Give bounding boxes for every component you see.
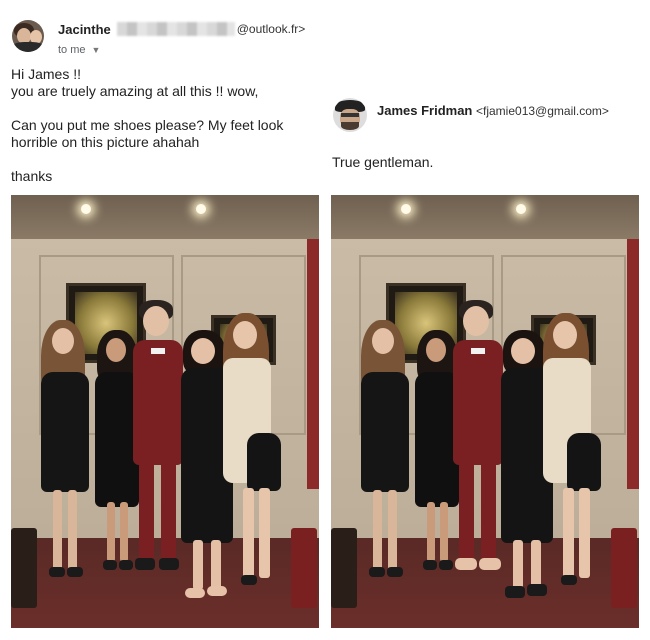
- edited-photo[interactable]: [331, 195, 639, 628]
- message-line: horrible on this picture ahahah: [11, 134, 200, 150]
- email-right-header: James Fridman <fjamie013@gmail.com>: [333, 98, 609, 132]
- email-left-body: Hi James !! you are truely amazing at al…: [11, 66, 321, 185]
- sender-name: James Fridman: [377, 102, 473, 118]
- sender-email: <fjamie013@gmail.com>: [476, 103, 609, 118]
- avatar[interactable]: [333, 98, 367, 132]
- email-left-header: Jacinthe @outlook.fr> to me ▼: [12, 20, 305, 56]
- sender-email-domain: @outlook.fr>: [236, 22, 306, 36]
- email-right-body: True gentleman.: [332, 154, 434, 170]
- to-label: to me: [58, 44, 86, 56]
- recipient-dropdown[interactable]: to me ▼: [58, 44, 305, 56]
- message-line: Can you put me shoes please? My feet loo…: [11, 117, 284, 133]
- avatar[interactable]: [12, 20, 44, 52]
- sender-name: Jacinthe: [58, 21, 111, 37]
- redacted-email: [116, 22, 235, 36]
- chevron-down-icon[interactable]: ▼: [92, 45, 101, 55]
- message-line: you are truely amazing at all this !! wo…: [11, 83, 259, 99]
- message-line: thanks: [11, 168, 53, 184]
- message-line: Hi James !!: [11, 66, 82, 82]
- original-photo[interactable]: [11, 195, 319, 628]
